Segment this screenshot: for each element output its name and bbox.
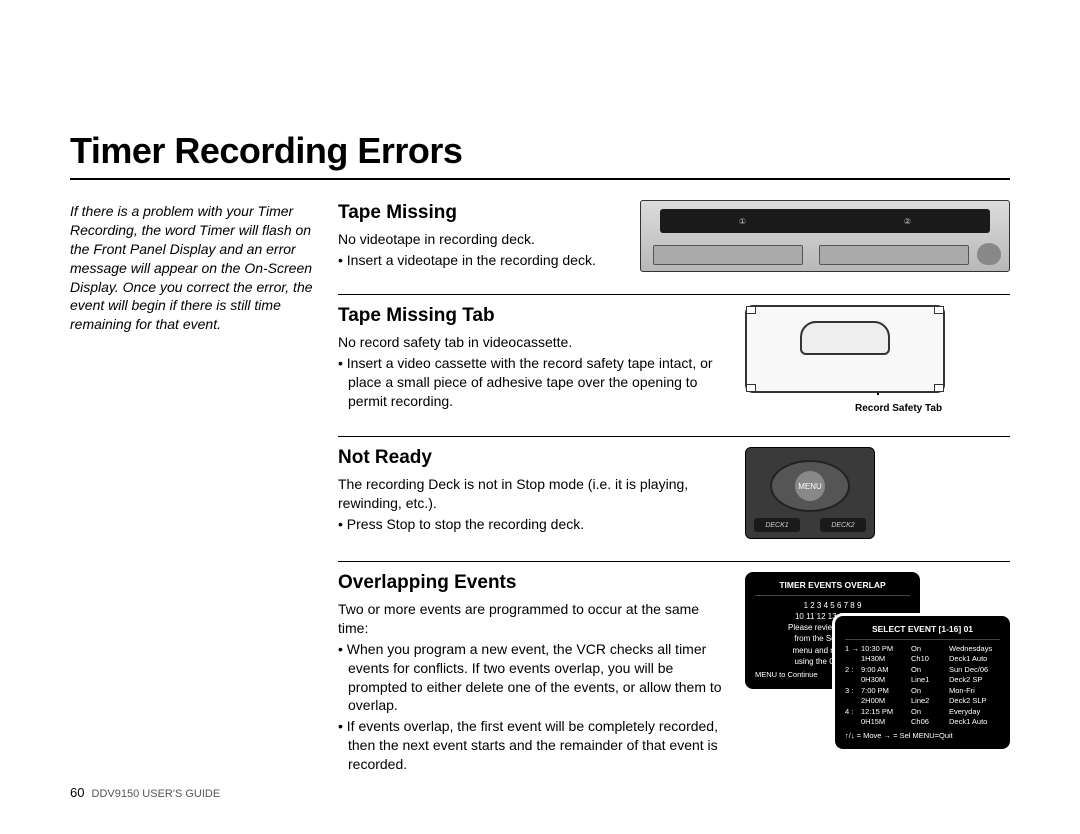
overlap-bullet-1: When you program a new event, the VCR ch…: [338, 640, 727, 716]
osd1-row1: 1 2 3 4 5 6 7 8 9: [755, 600, 910, 611]
osd2-row: 3 :7:00 PMOnMon-Fri: [845, 686, 1000, 697]
osd2-row: 4 :12:15 PMOnEveryday: [845, 707, 1000, 718]
osd2-row: 1H30MCh10Deck1 Auto: [845, 654, 1000, 665]
tape-slot-1: [653, 245, 803, 265]
page-number: 60: [70, 785, 84, 800]
overlap-line: Two or more events are programmed to occ…: [338, 600, 727, 638]
osd2-title: SELECT EVENT [1-16] 01: [845, 624, 1000, 640]
osd2-row: 2 :9:00 AMOnSun Dec/06: [845, 665, 1000, 676]
osd-select-event: SELECT EVENT [1-16] 01 1 →10:30 PMOnWedn…: [835, 616, 1010, 749]
overlap-bullet-2: If events overlap, the first event will …: [338, 717, 727, 774]
content-columns: If there is a problem with your Timer Re…: [70, 202, 1010, 784]
tape-missing-title: Tape Missing: [338, 202, 622, 224]
dpad-icon: MENU: [770, 460, 850, 512]
section-overlapping-events: Overlapping Events Two or more events ar…: [338, 561, 1010, 784]
not-ready-title: Not Ready: [338, 447, 727, 469]
osd2-foot: ↑/↓ = Move → = Sel MENU=Quit: [845, 731, 1000, 742]
tape-tab-line: No record safety tab in videocassette.: [338, 333, 727, 352]
menu-button: MENU: [795, 471, 825, 501]
deck2-indicator: ②: [904, 217, 911, 226]
section-not-ready: Not Ready The recording Deck is not in S…: [338, 436, 1010, 549]
not-ready-bullet: Press Stop to stop the recording deck.: [338, 515, 727, 534]
osd2-row: 0H30MLine1Deck2 SP: [845, 675, 1000, 686]
deck2-button: DECK2: [820, 518, 866, 532]
page-footer: 60 DDV9150 USER'S GUIDE: [70, 785, 220, 800]
overlap-title: Overlapping Events: [338, 572, 727, 594]
sections-column: Tape Missing No videotape in recording d…: [338, 202, 1010, 784]
title-rule: [70, 178, 1010, 180]
osd-screens-illustration: TIMER EVENTS OVERLAP 1 2 3 4 5 6 7 8 9 1…: [745, 572, 1010, 732]
osd2-rows: 1 →10:30 PMOnWednesdays1H30MCh10Deck1 Au…: [845, 644, 1000, 728]
tape-slot-2: [819, 245, 969, 265]
deck1-button: DECK1: [754, 518, 800, 532]
page-title: Timer Recording Errors: [70, 130, 1010, 172]
section-tape-missing: Tape Missing No videotape in recording d…: [338, 202, 1010, 282]
intro-column: If there is a problem with your Timer Re…: [70, 202, 316, 784]
tape-tab-title: Tape Missing Tab: [338, 305, 727, 327]
remote-control-illustration: MENU DECK1 DECK2: [745, 447, 875, 539]
brand-logo-icon: [977, 243, 1001, 265]
vcr-front-panel-illustration: ① ②: [640, 200, 1010, 272]
tape-tab-bullet: Insert a video cassette with the record …: [338, 354, 727, 411]
record-safety-tab-label: Record Safety Tab: [855, 403, 942, 414]
section-tape-tab: Tape Missing Tab No record safety tab in…: [338, 294, 1010, 424]
intro-text: If there is a problem with your Timer Re…: [70, 202, 316, 334]
footer-guide-text: DDV9150 USER'S GUIDE: [92, 788, 221, 800]
osd2-row: 2H00MLine2Deck2 SLP: [845, 696, 1000, 707]
videocassette-illustration: [745, 305, 945, 393]
osd2-row: 1 →10:30 PMOnWednesdays: [845, 644, 1000, 655]
not-ready-line: The recording Deck is not in Stop mode (…: [338, 475, 727, 513]
deck1-indicator: ①: [739, 217, 746, 226]
tape-missing-bullet: Insert a videotape in the recording deck…: [338, 251, 622, 270]
osd1-title: TIMER EVENTS OVERLAP: [755, 580, 910, 596]
osd2-row: 0H15MCh06Deck1 Auto: [845, 717, 1000, 728]
tape-missing-line: No videotape in recording deck.: [338, 230, 622, 249]
